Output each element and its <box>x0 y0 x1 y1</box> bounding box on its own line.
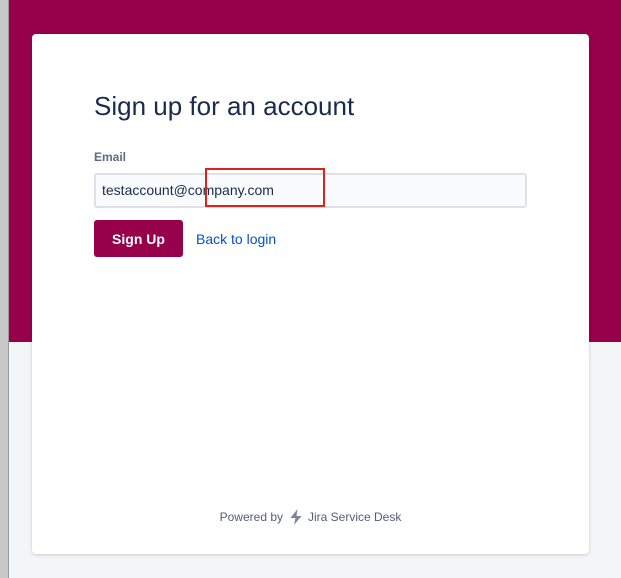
powered-by-footer: Powered by Jira Service Desk <box>32 508 589 526</box>
sign-up-button[interactable]: Sign Up <box>94 220 183 257</box>
highlight-annotation <box>205 168 325 207</box>
window-frame <box>0 0 9 578</box>
page-title: Sign up for an account <box>94 91 355 121</box>
back-to-login-link[interactable]: Back to login <box>196 231 276 247</box>
signup-card: Sign up for an account Email testaccount… <box>32 34 589 554</box>
product-name: Jira Service Desk <box>308 510 402 524</box>
powered-by-text: Powered by <box>219 510 283 524</box>
jira-lightning-icon <box>290 509 302 525</box>
email-label: Email <box>94 150 127 164</box>
